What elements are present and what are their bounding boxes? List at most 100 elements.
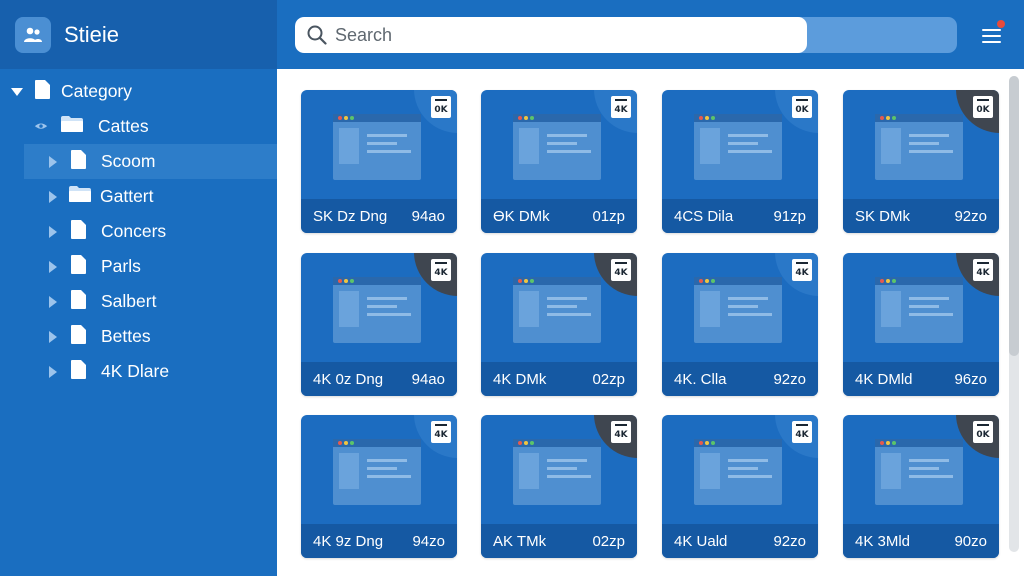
- file-card[interactable]: 0K SK DMk 92zo: [843, 90, 999, 233]
- file-badge-icon: 4K: [792, 259, 812, 281]
- card-footer: 4K 3Mld 90zo: [843, 524, 999, 558]
- users-icon[interactable]: [15, 16, 51, 53]
- file-card[interactable]: 4K 4K 9z Dng 94zo: [301, 415, 457, 558]
- file-badge-icon: 4K: [611, 96, 631, 118]
- caret-right-icon[interactable]: [46, 225, 60, 239]
- thumbnail-line: [909, 150, 953, 153]
- file-thumbnail: [875, 277, 963, 343]
- thumbnail-panel: [881, 128, 901, 164]
- thumbnail-line: [367, 297, 407, 300]
- file-card[interactable]: 0K SK Dz Dng 94ao: [301, 90, 457, 233]
- file-name: SK DMk: [855, 207, 911, 225]
- window-dot: [338, 441, 342, 445]
- file-badge-icon: 0K: [973, 96, 993, 118]
- tree-item-label: Scoom: [101, 151, 156, 171]
- window-dot: [892, 441, 896, 445]
- file-name: 4K Uald: [674, 532, 728, 550]
- file-badge-icon: 0K: [973, 421, 993, 443]
- thumbnail-line: [728, 142, 758, 145]
- file-card[interactable]: 0K 4CS Dila 91zp: [662, 90, 818, 233]
- caret-right-icon[interactable]: [46, 260, 60, 274]
- file-card[interactable]: 0K 4K 3Mld 90zo: [843, 415, 999, 558]
- caret-right-icon[interactable]: [46, 330, 60, 344]
- thumbnail-line: [728, 467, 758, 470]
- file-size: 94ao: [411, 370, 445, 388]
- file-badge-icon: 4K: [431, 259, 451, 281]
- tree-item-category[interactable]: Category: [0, 74, 277, 109]
- file-thumbnail: [333, 439, 421, 505]
- file-badge-icon: 0K: [431, 96, 451, 118]
- window-dot: [518, 116, 522, 120]
- thumbnail-line: [728, 305, 758, 308]
- file-badge-icon: 0K: [792, 96, 812, 118]
- tree-item-scoom[interactable]: Scoom: [24, 144, 277, 179]
- file-card[interactable]: 4K 4K Uald 92zo: [662, 415, 818, 558]
- window-dot: [524, 116, 528, 120]
- file-size: 90zo: [954, 532, 987, 550]
- tree-item-label: Category: [61, 81, 133, 101]
- vertical-scrollbar[interactable]: [1009, 76, 1019, 552]
- thumbnail-line: [547, 297, 587, 300]
- thumbnail-panel: [700, 291, 720, 327]
- thumbnail-line: [728, 297, 768, 300]
- card-footer: 4K Uald 92zo: [662, 524, 818, 558]
- sidebar: Stieie Category Cattes Scoom Gattert Con…: [0, 0, 277, 576]
- search-field[interactable]: [295, 17, 807, 53]
- thumbnail-line: [547, 142, 577, 145]
- tree-item-4k-dlare[interactable]: 4K Dlare: [0, 354, 277, 389]
- caret-right-icon[interactable]: [46, 365, 60, 379]
- caret-right-icon[interactable]: [46, 295, 60, 309]
- file-size: 92zo: [773, 532, 806, 550]
- top-bar: [277, 0, 1024, 69]
- window-dot: [880, 116, 884, 120]
- folder-icon: [68, 185, 92, 208]
- thumbnail-line: [547, 134, 587, 137]
- file-card[interactable]: 4K 4K DMld 96zo: [843, 253, 999, 396]
- file-name: 4K 9z Dng: [313, 532, 384, 550]
- app-title: Stieie: [64, 21, 120, 47]
- thumbnail-panel: [700, 128, 720, 164]
- window-dot: [350, 116, 354, 120]
- tree-item-concers[interactable]: Concers: [0, 214, 277, 249]
- file-card[interactable]: 4K 4K 0z Dng 94ao: [301, 253, 457, 396]
- tree-item-cattes[interactable]: Cattes: [0, 109, 277, 144]
- tree-item-gattert[interactable]: Gattert: [0, 179, 277, 214]
- caret-down-icon[interactable]: [10, 85, 24, 99]
- file-card[interactable]: 4K 4K DMk 02zp: [481, 253, 637, 396]
- caret-right-icon[interactable]: [46, 155, 60, 169]
- tree-item-parls[interactable]: Parls: [0, 249, 277, 284]
- thumbnail-line: [367, 475, 411, 478]
- thumbnail-panel: [519, 291, 539, 327]
- file-thumbnail: [875, 114, 963, 180]
- window-dot: [338, 116, 342, 120]
- file-card[interactable]: 4K ӨK DMk 01zp: [481, 90, 637, 233]
- search-box[interactable]: [295, 17, 957, 53]
- thumbnail-line: [728, 313, 772, 316]
- thumbnail-line: [367, 150, 411, 153]
- file-thumbnail: [875, 439, 963, 505]
- tree-item-salbert[interactable]: Salbert: [0, 284, 277, 319]
- file-icon: [70, 149, 87, 175]
- sidebar-header: Stieie: [0, 0, 277, 69]
- menu-button[interactable]: [980, 20, 1005, 46]
- search-input[interactable]: [335, 24, 775, 46]
- menu-icon: [982, 41, 1001, 43]
- tree-item-bettes[interactable]: Bettes: [0, 319, 277, 354]
- tree-item-label: 4K Dlare: [101, 361, 170, 381]
- scrollbar-thumb[interactable]: [1009, 76, 1019, 356]
- file-icon: [70, 289, 87, 315]
- thumbnail-line: [547, 313, 591, 316]
- file-name: ӨK DMk: [493, 207, 550, 225]
- window-dot: [524, 441, 528, 445]
- thumbnail-line: [728, 459, 768, 462]
- file-card[interactable]: 4K AK TMk 02zp: [481, 415, 637, 558]
- window-dot: [350, 441, 354, 445]
- thumbnail-line: [909, 313, 953, 316]
- window-dot: [880, 441, 884, 445]
- file-icon: [70, 254, 87, 280]
- thumbnail-line: [909, 297, 949, 300]
- file-size: 91zp: [773, 207, 806, 225]
- file-card[interactable]: 4K 4K. Clla 92zo: [662, 253, 818, 396]
- file-thumbnail: [333, 114, 421, 180]
- caret-right-icon[interactable]: [46, 190, 60, 204]
